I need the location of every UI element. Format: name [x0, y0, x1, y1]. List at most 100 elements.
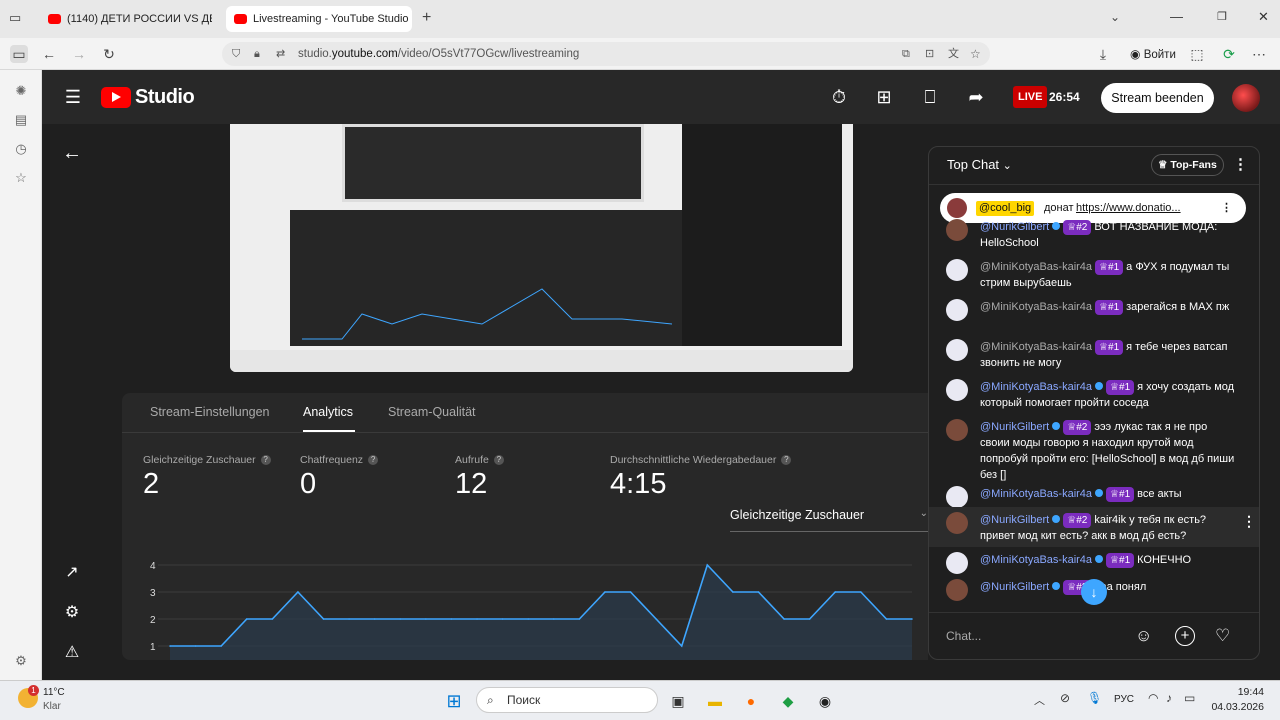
settings-gear-icon[interactable]: ⚙: [61, 602, 83, 624]
metric-select[interactable]: Gleichzeitige Zuschauer ⌄: [730, 508, 928, 532]
reload-icon[interactable]: ↻: [100, 45, 118, 63]
chat-author[interactable]: @MiniKotyaBas-kair4a: [980, 488, 1092, 500]
concurrent-viewers-chart: 4 3 2 1: [150, 561, 913, 660]
chat-message[interactable]: @MiniKotyaBas-kair4a ♕#1 зарегайся в MAX п…: [946, 299, 1236, 321]
sidebar-toggle-icon[interactable]: ▭: [10, 45, 28, 63]
end-stream-button[interactable]: Stream beenden: [1101, 83, 1214, 113]
studio-logo[interactable]: Studio: [101, 86, 195, 108]
tab-actions-icon[interactable]: ▭: [9, 10, 25, 26]
translate-icon[interactable]: 文: [948, 42, 959, 66]
chat-input[interactable]: Chat...: [946, 624, 1126, 648]
taskbar-search[interactable]: ⌕ Поиск: [476, 687, 658, 713]
microphone-icon[interactable]: 🎙︎: [1087, 691, 1102, 705]
chat-author[interactable]: @MiniKotyaBas-kair4a: [980, 301, 1092, 313]
address-bar[interactable]: ⛉ 🔒︎ ⇄ studio.youtube.com/video/O5sVt77O…: [222, 42, 990, 66]
login-button[interactable]: ◉ Войти: [1122, 43, 1184, 65]
tab-stream-quality[interactable]: Stream-Qualität: [388, 405, 476, 419]
timer-icon[interactable]: ⏱: [828, 86, 850, 108]
analytics-tabs-divider: [122, 432, 928, 433]
volume-icon[interactable]: ♪: [1166, 691, 1172, 705]
chat-author[interactable]: @NurikGilbert: [980, 581, 1049, 593]
chat-author[interactable]: @MiniKotyaBas-kair4a: [980, 554, 1092, 566]
help-icon[interactable]: ?: [781, 455, 792, 466]
firefox-icon[interactable]: ●: [739, 689, 763, 713]
bookmark-icon[interactable]: ⎕: [919, 86, 941, 108]
downloads-icon[interactable]: ⤓: [1094, 45, 1112, 63]
language-indicator[interactable]: РУС: [1114, 694, 1134, 705]
chat-more-icon[interactable]: ⋮: [1233, 155, 1248, 173]
windows-start-icon[interactable]: ⊞: [442, 689, 466, 713]
bookmarks-icon[interactable]: ▤: [12, 111, 30, 129]
studio-header: [42, 70, 1280, 124]
data-point: [911, 618, 913, 620]
chat-author[interactable]: @NurikGilbert: [980, 514, 1049, 526]
site-settings-icon[interactable]: ⇄: [276, 42, 285, 66]
chat-message[interactable]: @NurikGilbert ♕#2 ВОТ НАЗВАНИЕ МОДА: Hello…: [946, 219, 1236, 249]
tray-chevron-icon[interactable]: ︿: [1034, 692, 1045, 708]
clock-time[interactable]: 19:44: [1228, 686, 1264, 698]
help-icon[interactable]: ?: [493, 455, 504, 466]
add-icon[interactable]: +: [1175, 626, 1195, 646]
bookmark-star-icon[interactable]: ☆: [970, 42, 981, 66]
battery-icon[interactable]: ▭: [1184, 691, 1195, 705]
chat-message[interactable]: @MiniKotyaBas-kair4a ♕#1 а ФУХ я подумал т…: [946, 259, 1236, 291]
chat-message[interactable]: @MiniKotyaBas-kair4a ♕#1 я хочу создать мо…: [946, 379, 1236, 411]
topfans-button[interactable]: ♕ Top-Fans: [1151, 154, 1224, 176]
emoji-icon[interactable]: ☺: [1135, 626, 1152, 646]
tab-list-chevron-icon[interactable]: ⌄: [1110, 10, 1120, 24]
history-icon[interactable]: ◷: [12, 140, 30, 158]
heart-icon[interactable]: ♡: [1215, 626, 1230, 646]
chat-text: КОНЕЧНО: [1137, 554, 1192, 566]
chat-author[interactable]: @NurikGilbert: [980, 221, 1049, 233]
save-page-icon[interactable]: ⊡: [925, 42, 934, 66]
back-icon[interactable]: ←: [40, 45, 58, 63]
chat-author[interactable]: @MiniKotyaBas-kair4a: [980, 341, 1092, 353]
tab-stream-settings[interactable]: Stream-Einstellungen: [150, 405, 270, 419]
tab-analytics[interactable]: Analytics: [303, 405, 353, 419]
new-tab-icon[interactable]: +: [422, 9, 431, 27]
share-icon[interactable]: ➦: [965, 86, 987, 108]
maximize-icon[interactable]: ❐: [1217, 10, 1227, 23]
chat-message[interactable]: @MiniKotyaBas-kair4a ♕#1 я тебе через ватс…: [946, 339, 1236, 371]
browser-settings-icon[interactable]: ⚙: [12, 652, 30, 670]
extension-green-icon[interactable]: ⟳: [1220, 45, 1238, 63]
menu-dots-icon[interactable]: ⋯: [1250, 45, 1268, 63]
chat-author[interactable]: @NurikGilbert: [980, 421, 1049, 433]
feedback-icon[interactable]: ⚠: [61, 642, 83, 664]
scroll-to-bottom-button[interactable]: ↓: [1081, 579, 1107, 605]
clock-date[interactable]: 04.03.2026: [1206, 701, 1264, 713]
lock-icon[interactable]: 🔒︎: [254, 42, 260, 66]
pip-icon[interactable]: ⧉: [902, 42, 910, 66]
user-avatar: [946, 299, 968, 321]
help-icon[interactable]: ?: [368, 455, 379, 466]
minimize-icon[interactable]: —: [1170, 9, 1183, 24]
browser-tab-2[interactable]: Livestreaming - YouTube Studio ✕: [226, 6, 412, 32]
favorites-icon[interactable]: ☆: [12, 169, 30, 187]
hamburger-menu-icon[interactable]: ☰: [62, 86, 84, 108]
help-icon[interactable]: ?: [260, 455, 271, 466]
task-view-icon[interactable]: ▣: [666, 689, 690, 713]
green-app-icon[interactable]: ◆: [776, 689, 800, 713]
popout-icon[interactable]: ↗: [61, 562, 83, 584]
browser-tab-1[interactable]: (1140) ДЕТИ РОССИИ VS ДЕТИ: [40, 6, 220, 32]
file-explorer-icon[interactable]: ▬: [703, 689, 727, 713]
chat-author[interactable]: @MiniKotyaBas-kair4a: [980, 381, 1092, 393]
chat-mode-select[interactable]: Top Chat ⌄: [947, 157, 1012, 172]
chat-message[interactable]: @MiniKotyaBas-kair4a ♕#1 КОНЕЧНО: [946, 552, 1236, 574]
channel-avatar[interactable]: [1232, 84, 1260, 112]
back-arrow-icon[interactable]: ←: [61, 142, 83, 164]
ai-assistant-icon[interactable]: ✺: [12, 82, 30, 100]
tray-mute-icon[interactable]: ⊘: [1060, 691, 1070, 705]
wifi-icon[interactable]: ◠: [1148, 691, 1158, 705]
chat-message[interactable]: @NurikGilbert ♕#2 эээ лукас так я не про с…: [946, 419, 1236, 483]
obs-icon[interactable]: ◉: [813, 689, 837, 713]
forward-icon[interactable]: →: [70, 45, 88, 63]
chat-message[interactable]: @MiniKotyaBas-kair4a ♕#1 все акты: [946, 486, 1236, 508]
extensions-icon[interactable]: ⬚: [1188, 45, 1206, 63]
chat-author[interactable]: @MiniKotyaBas-kair4a: [980, 261, 1092, 273]
message-more-icon[interactable]: ⋮: [1242, 513, 1256, 530]
clapperboard-icon[interactable]: ⊞: [873, 86, 895, 108]
close-window-icon[interactable]: ✕: [1258, 9, 1269, 25]
shield-icon[interactable]: ⛉: [232, 42, 240, 66]
chat-message[interactable]: @NurikGilbert ♕#2 kair4ik у тебя пк есть? …: [946, 512, 1236, 544]
